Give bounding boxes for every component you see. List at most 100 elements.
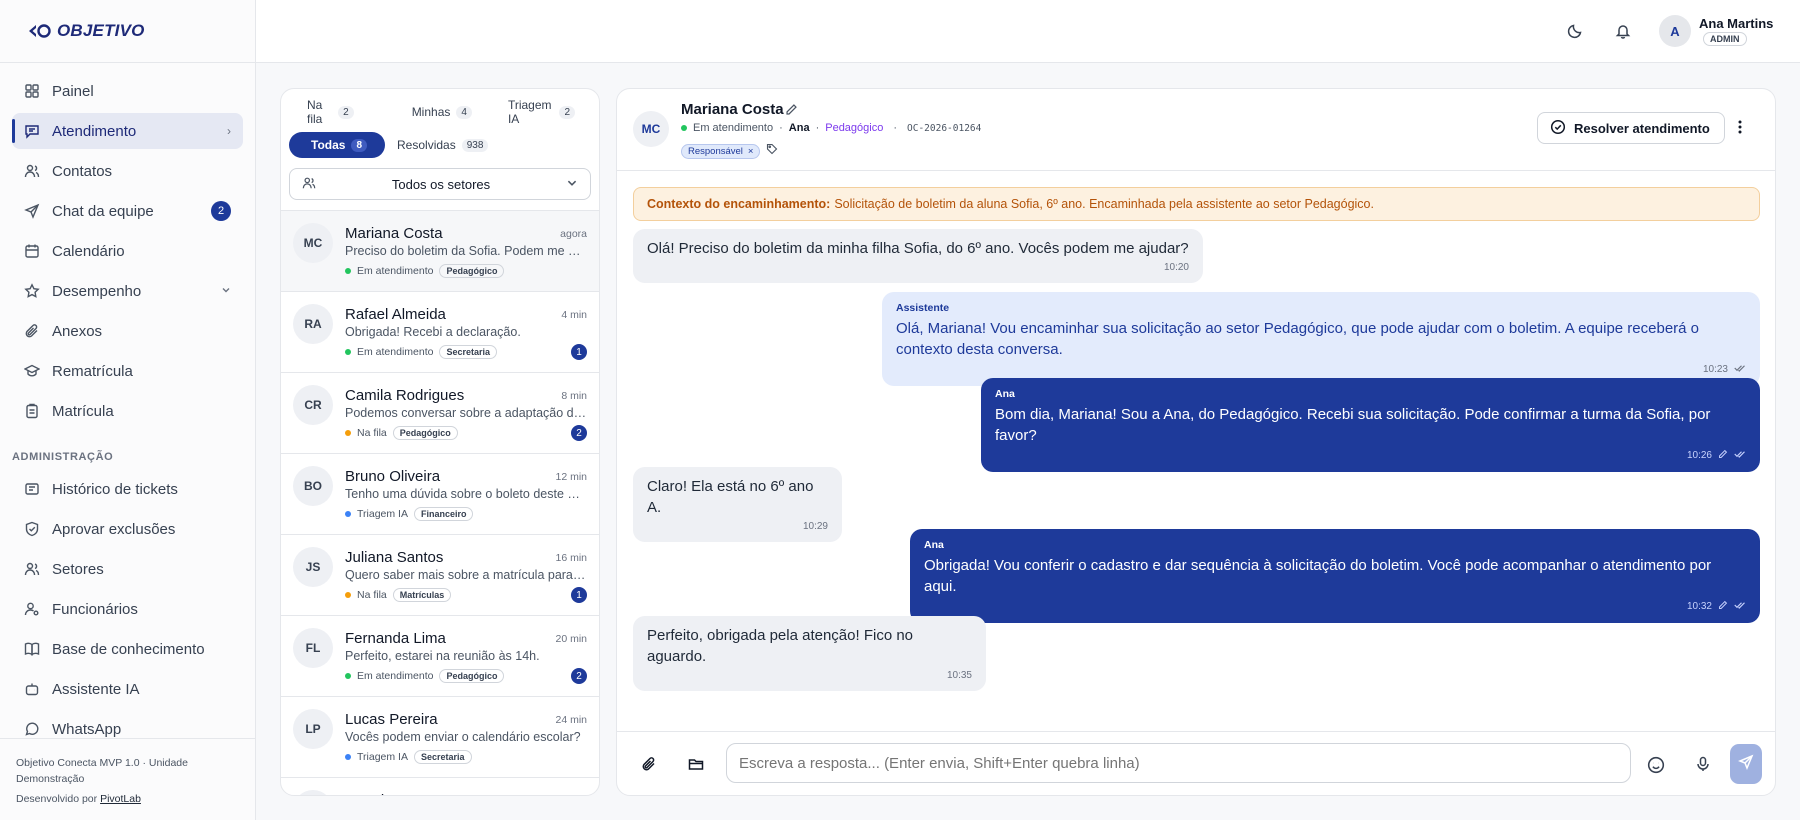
sidebar-item-contatos[interactable]: Contatos xyxy=(12,153,243,189)
status-dot xyxy=(345,592,351,598)
ticket-list-item[interactable]: RA Rafael Almeida 4 min Obrigada! Recebi a … xyxy=(281,292,599,373)
sidebar-item-rematricula[interactable]: Rematrícula xyxy=(12,353,243,389)
tab-triagem-ia[interactable]: Triagem IA 2 xyxy=(496,98,587,126)
ticket-time: 24 min xyxy=(555,714,587,726)
smile-icon[interactable] xyxy=(1647,756,1665,774)
shield-check-icon xyxy=(24,521,40,537)
ticket-list-item[interactable]: LP Lucas Pereira 24 min Vocês podem enviar … xyxy=(281,697,599,778)
tab-minhas[interactable]: Minhas 4 xyxy=(400,99,484,125)
ticket-list-item[interactable]: BO Bruno Oliveira 12 min Tenho uma dúvida s… xyxy=(281,454,599,535)
ticket-preview: Vocês podem enviar o calendário escolar? xyxy=(345,730,581,744)
chevron-down-icon xyxy=(221,284,231,298)
double-check-icon xyxy=(1734,600,1746,614)
ticket-contact-name: Rafael Almeida xyxy=(345,306,446,323)
sidebar-item-label: Matrícula xyxy=(52,402,114,420)
ticket-time: 28 min xyxy=(555,795,587,796)
message-footer: 10:20 xyxy=(647,262,1189,274)
sidebar-item-historico-tickets[interactable]: Histórico de tickets xyxy=(12,471,243,507)
sidebar-item-setores[interactable]: Setores xyxy=(12,551,243,587)
ticket-contact-name: Lucas Pereira xyxy=(345,711,438,728)
main-nav: Painel Atendimento › Contatos Chat da eq… xyxy=(0,63,255,429)
microphone-icon[interactable] xyxy=(1694,755,1712,773)
sidebar-item-label: Assistente IA xyxy=(52,680,140,698)
sidebar-item-painel[interactable]: Painel xyxy=(12,73,243,109)
sidebar-item-label: Rematrícula xyxy=(52,362,133,380)
status-dot xyxy=(345,430,351,436)
brand-logo[interactable]: OBJETIVO xyxy=(0,0,255,63)
ticket-list-item[interactable]: MC Mariana Costa agora Preciso do boletim d… xyxy=(281,211,599,292)
ticket-avatar: LP xyxy=(293,709,333,749)
resolve-button[interactable]: Resolver atendimento xyxy=(1537,112,1725,144)
send-icon xyxy=(24,203,40,219)
ticket-time: 12 min xyxy=(555,471,587,483)
chat-icon xyxy=(24,123,40,139)
ticket-list-item[interactable]: JS Juliana Santos 16 min Quero saber mais s… xyxy=(281,535,599,616)
message-text: Olá, Mariana! Vou encaminhar sua solicit… xyxy=(896,320,1700,358)
tab-count: 938 xyxy=(461,138,489,152)
reply-input[interactable] xyxy=(726,743,1631,783)
sidebar-item-desempenho[interactable]: Desempenho xyxy=(12,273,243,309)
tab-resolvidas[interactable]: Resolvidas 938 xyxy=(385,132,500,158)
responsible-tag-label: Responsável xyxy=(688,145,743,157)
user-avatar[interactable]: A xyxy=(1659,15,1691,47)
developer-link[interactable]: PivotLab xyxy=(100,793,141,805)
ticket-status: Triagem IA xyxy=(357,751,408,763)
ticket-status: Na fila xyxy=(357,589,387,601)
message-thread: Contexto do encaminhamento: Solicitação … xyxy=(617,171,1775,731)
sidebar-item-base-conhecimento[interactable]: Base de conhecimento xyxy=(12,631,243,667)
ticket-meta: Na fila Matrículas xyxy=(345,588,452,602)
bell-icon[interactable] xyxy=(1613,21,1633,41)
status-dot xyxy=(345,673,351,679)
sidebar-item-atendimento[interactable]: Atendimento › xyxy=(12,113,243,149)
ticket-status: Triagem IA xyxy=(357,508,408,520)
ticket-list-item[interactable]: FL Fernanda Lima 20 min Perfeito, estarei n… xyxy=(281,616,599,697)
ticket-preview: Quero saber mais sobre a matrícula para … xyxy=(345,568,587,582)
message-time: 10:29 xyxy=(802,521,828,532)
close-icon[interactable]: × xyxy=(748,146,754,157)
folder-icon[interactable] xyxy=(687,755,705,773)
send-button[interactable] xyxy=(1730,744,1762,784)
edit-message-icon[interactable] xyxy=(1718,600,1728,614)
clipboard-icon xyxy=(24,403,40,419)
sidebar-item-assistente-ia[interactable]: Assistente IA xyxy=(12,671,243,707)
sidebar-item-aprovar-exclusoes[interactable]: Aprovar exclusões xyxy=(12,511,243,547)
ticket-list-item[interactable]: CR Camila Rodrigues 8 min Podemos conversar… xyxy=(281,373,599,454)
responsible-tag[interactable]: Responsável × xyxy=(681,143,761,159)
ticket-meta: Em atendimento Secretaria xyxy=(345,345,498,359)
sidebar-item-funcionarios[interactable]: Funcionários xyxy=(12,591,243,627)
admin-nav: Histórico de tickets Aprovar exclusões S… xyxy=(0,471,255,747)
sidebar-item-matricula[interactable]: Matrícula xyxy=(12,393,243,429)
sector-tag: Financeiro xyxy=(413,507,474,521)
pencil-icon[interactable] xyxy=(785,103,798,121)
graduation-cap-icon xyxy=(24,363,40,379)
sidebar-item-label: Desempenho xyxy=(52,282,142,300)
more-options-icon[interactable] xyxy=(1738,119,1742,140)
developer-line: Desenvolvido por PivotLab xyxy=(16,791,239,807)
paperclip-icon[interactable] xyxy=(640,755,658,773)
ticket-status: Em atendimento xyxy=(357,265,434,277)
ticket-list-item[interactable]: BS Beatriz Souza 28 min xyxy=(281,778,599,796)
tab-label: Minhas xyxy=(411,105,451,119)
sidebar-item-label: WhatsApp xyxy=(52,720,122,738)
sector-select[interactable]: Todos os setores xyxy=(289,168,591,200)
user-name[interactable]: Ana Martins xyxy=(1699,16,1773,31)
edit-message-icon[interactable] xyxy=(1718,449,1728,463)
ticket-contact-name: Juliana Santos xyxy=(345,549,444,566)
sectors-icon xyxy=(24,561,40,577)
conversation-tags: Responsável × xyxy=(681,142,778,160)
ticket-avatar: CR xyxy=(293,385,333,425)
tab-na-fila[interactable]: Na fila 2 xyxy=(295,98,366,126)
sidebar-item-anexos[interactable]: Anexos xyxy=(12,313,243,349)
sidebar-item-calendario[interactable]: Calendário xyxy=(12,233,243,269)
unit-line: Demonstração xyxy=(16,773,85,785)
status-dot xyxy=(345,511,351,517)
tag-icon[interactable] xyxy=(766,142,778,160)
tab-todas[interactable]: Todas 8 xyxy=(289,132,386,158)
moon-icon[interactable] xyxy=(1565,21,1585,41)
brand-name: OBJETIVO xyxy=(57,21,145,40)
sidebar-item-chat-da-equipe[interactable]: Chat da equipe 2 xyxy=(12,193,243,229)
developer-prefix: Desenvolvido por xyxy=(16,793,98,805)
sidebar-item-label: Anexos xyxy=(52,322,103,340)
ticket-preview: Perfeito, estarei na reunião às 14h. xyxy=(345,649,540,663)
outgoing-message: Ana Bom dia, Mariana! Sou a Ana, do Pedag… xyxy=(981,378,1760,472)
